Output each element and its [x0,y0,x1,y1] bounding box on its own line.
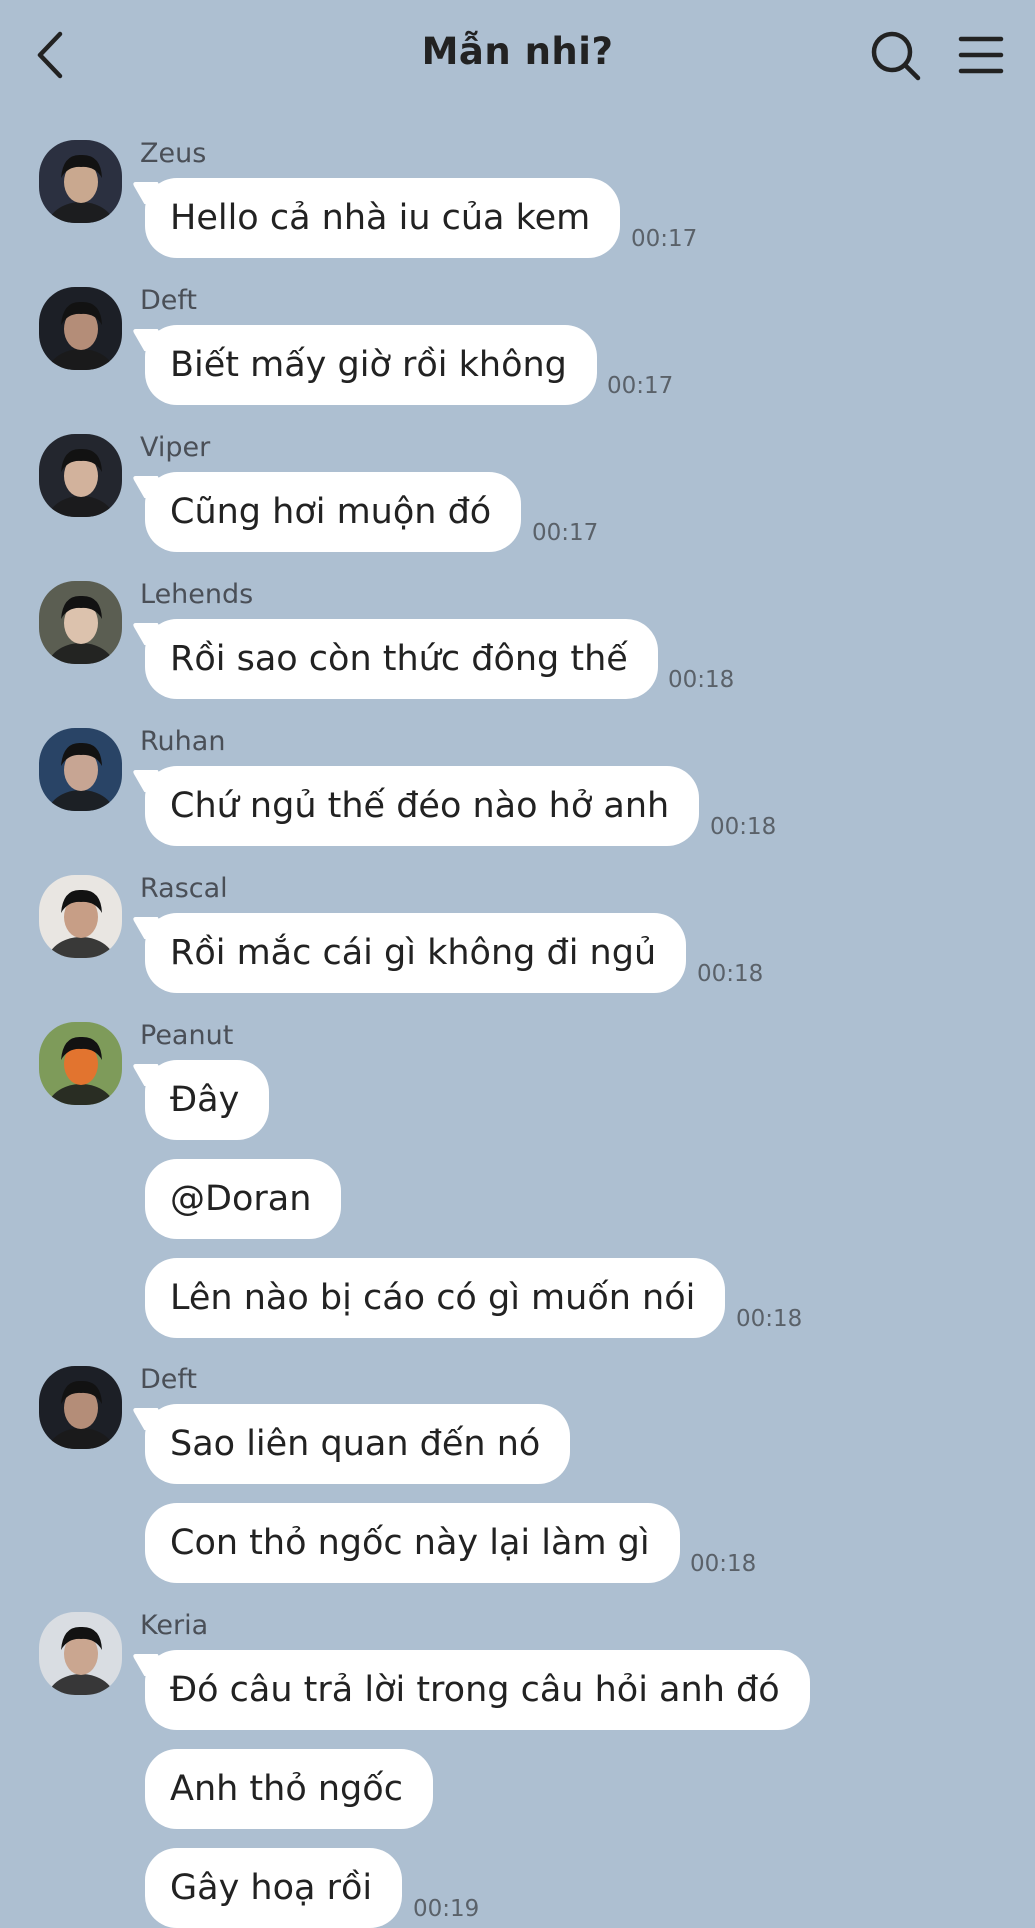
message-timestamp: 00:18 [668,667,735,693]
message-timestamp: 00:17 [607,373,674,399]
avatar[interactable] [39,1612,122,1695]
sender-name: Viper [140,432,211,463]
avatar[interactable] [39,287,122,370]
avatar[interactable] [39,1366,122,1449]
sender-name: Keria [140,1610,209,1641]
message-bubble[interactable]: Cũng hơi muộn đó [145,472,522,552]
sender-name: Lehends [140,579,254,610]
message-bubble[interactable]: Rồi sao còn thức đông thế [145,619,658,699]
message-bubble[interactable]: Anh thỏ ngốc [145,1749,433,1829]
sender-name: Rascal [140,873,228,904]
avatar[interactable] [39,140,122,223]
avatar[interactable] [39,581,122,664]
message-timestamp: 00:17 [532,520,599,546]
message-bubble[interactable]: Lên nào bị cáo có gì muốn nói [145,1258,726,1338]
message-bubble[interactable]: Đây [145,1060,270,1140]
message-bubble[interactable]: Biết mấy giờ rồi không [145,325,597,405]
message-list[interactable]: Zeus Hello cả nhà iu của kem 00:17 Deft Biết… [0,0,1035,1928]
message-bubble[interactable]: @Doran [145,1159,342,1239]
message-bubble[interactable]: Rồi mắc cái gì không đi ngủ [145,913,687,993]
message-bubble[interactable]: Gây hoạ rồi [145,1848,403,1928]
message-timestamp: 00:19 [413,1896,480,1922]
avatar[interactable] [39,1022,122,1105]
sender-name: Peanut [140,1020,234,1051]
message-bubble[interactable]: Hello cả nhà iu của kem [145,178,621,258]
message-timestamp: 00:18 [697,961,764,987]
message-bubble[interactable]: Con thỏ ngốc này lại làm gì [145,1503,680,1583]
sender-name: Zeus [140,138,207,169]
sender-name: Deft [140,285,198,316]
message-timestamp: 00:18 [736,1306,803,1332]
avatar[interactable] [39,875,122,958]
message-bubble[interactable]: Đó câu trả lời trong câu hỏi anh đó [145,1650,810,1730]
sender-name: Deft [140,1364,198,1395]
message-timestamp: 00:17 [631,226,698,252]
sender-name: Ruhan [140,726,226,757]
message-bubble[interactable]: Sao liên quan đến nó [145,1404,571,1484]
message-timestamp: 00:18 [690,1551,757,1577]
message-bubble[interactable]: Chứ ngủ thế đéo nào hở anh [145,766,700,846]
message-timestamp: 00:18 [710,814,777,840]
avatar[interactable] [39,728,122,811]
avatar[interactable] [39,434,122,517]
